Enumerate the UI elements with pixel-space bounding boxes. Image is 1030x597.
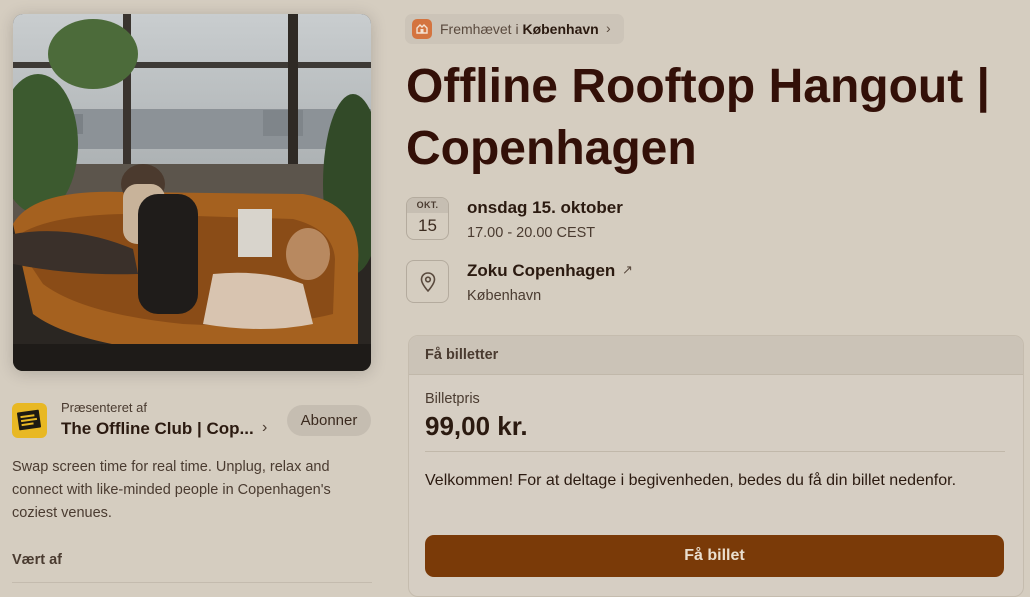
ticket-price-label: Billetpris bbox=[425, 391, 480, 407]
welcome-message: Velkommen! For at deltage i begivenheden… bbox=[425, 472, 957, 489]
get-ticket-button[interactable]: Få billet bbox=[425, 535, 1004, 577]
ticket-price: 99,00 kr. bbox=[425, 411, 528, 441]
host-row: Præsenteret af The Offline Club | Cop...… bbox=[12, 400, 372, 442]
event-time: 17.00 - 20.00 CEST bbox=[467, 225, 596, 241]
venue-city: København bbox=[467, 288, 542, 304]
host-description: Swap screen time for real time. Unplug, … bbox=[12, 459, 331, 521]
hosted-by-heading: Vært af bbox=[12, 552, 62, 568]
location-icon-box bbox=[406, 260, 449, 303]
map-pin-icon bbox=[420, 272, 436, 293]
arrow-up-right-icon: ↗ bbox=[622, 262, 633, 277]
chevron-right-icon: › bbox=[262, 419, 268, 436]
host-logo[interactable] bbox=[12, 403, 47, 438]
presented-by-label: Præsenteret af bbox=[61, 400, 147, 415]
divider bbox=[425, 451, 1005, 452]
ticket-card: Få billetter Billetpris 99,00 kr. Velkom… bbox=[408, 335, 1024, 597]
divider bbox=[12, 582, 372, 583]
chevron-right-icon: › bbox=[606, 20, 611, 36]
featured-city-chip[interactable]: Fremhævet i København › bbox=[405, 14, 624, 44]
featured-city: København bbox=[522, 21, 599, 37]
date-month: OKT. bbox=[407, 198, 448, 213]
venue-name-link[interactable]: Zoku Copenhagen bbox=[467, 261, 615, 281]
featured-prefix: Fremhævet i bbox=[440, 21, 519, 37]
event-cover-image bbox=[13, 14, 371, 371]
host-name-link[interactable]: The Offline Club | Cop... bbox=[61, 419, 254, 439]
event-title: Offline Rooftop Hangout | Copenhagen bbox=[406, 60, 990, 175]
ticket-card-header: Få billetter bbox=[409, 336, 1023, 375]
date-day: 15 bbox=[418, 216, 437, 235]
ticket-icon bbox=[412, 19, 432, 39]
subscribe-button[interactable]: Abonner bbox=[287, 405, 371, 436]
date-badge: OKT. 15 bbox=[406, 197, 449, 240]
event-date: onsdag 15. oktober bbox=[467, 198, 623, 217]
